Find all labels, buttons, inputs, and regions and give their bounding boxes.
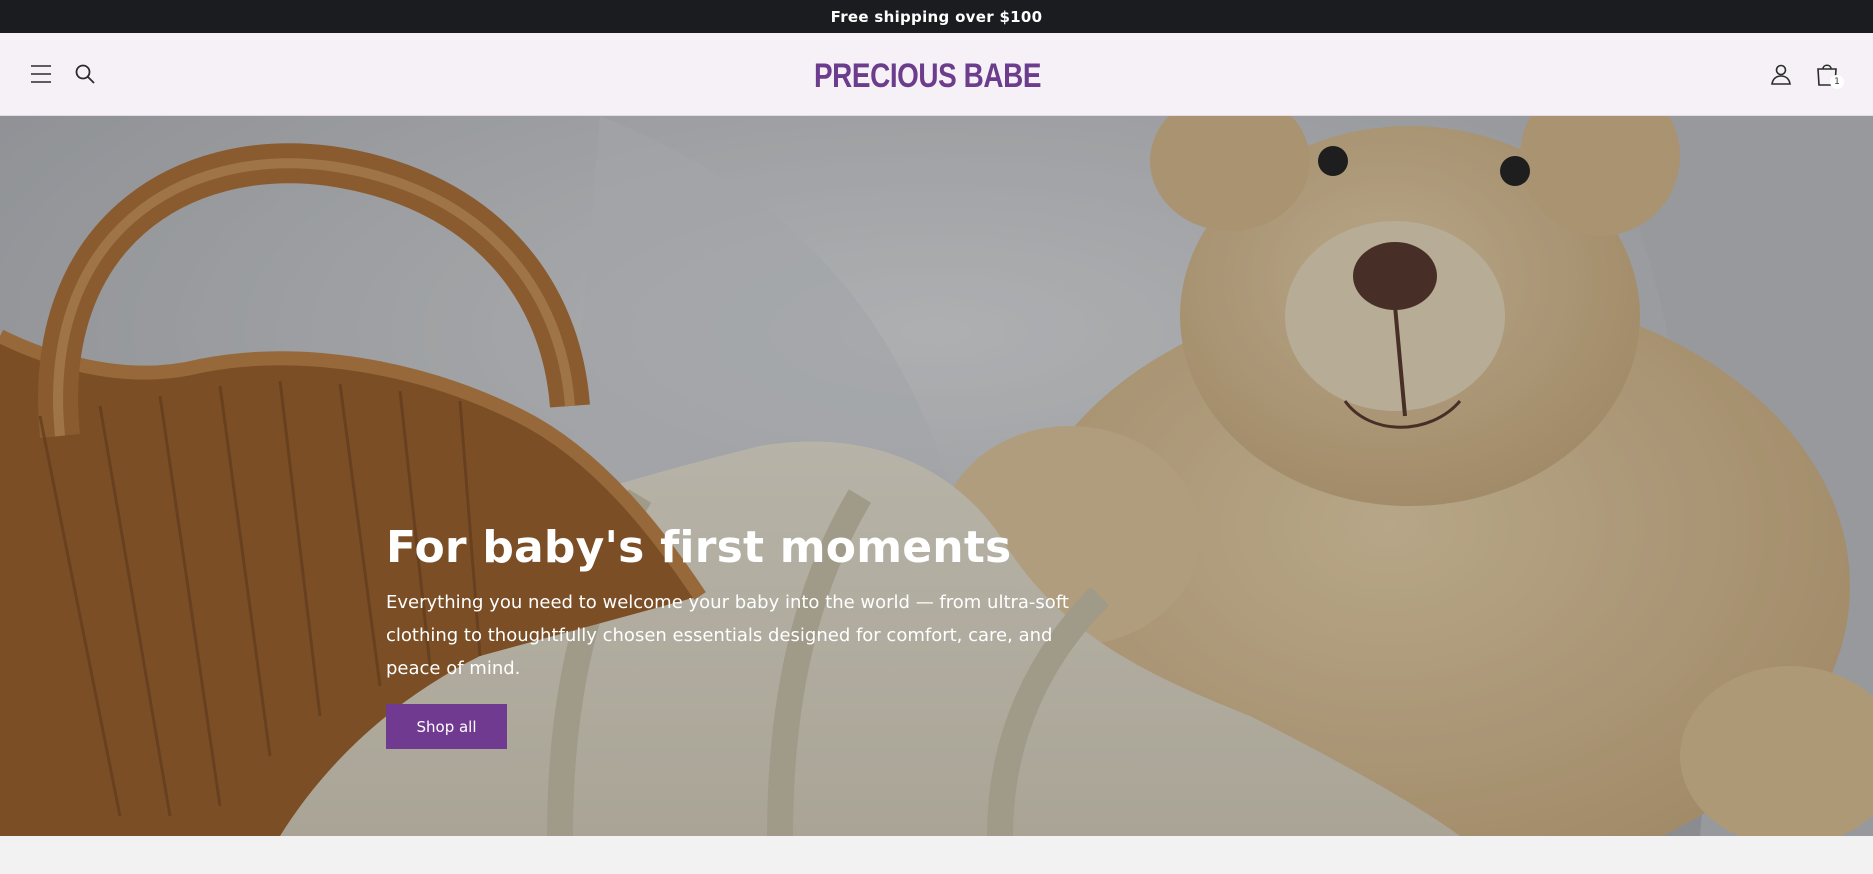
search-icon (75, 64, 95, 84)
user-icon (1771, 64, 1791, 85)
site-logo[interactable]: PRECIOUS BABE (808, 47, 1068, 105)
next-section (0, 836, 1873, 874)
shop-all-button[interactable]: Shop all (386, 704, 507, 749)
logo-text: PRECIOUS BABE (814, 56, 1042, 95)
hamburger-menu-icon (31, 65, 51, 83)
cart-button[interactable]: 1 (1808, 55, 1846, 93)
search-button[interactable] (68, 57, 102, 91)
account-button[interactable] (1764, 57, 1798, 91)
menu-button[interactable] (24, 57, 58, 91)
site-header: PRECIOUS BABE 1 (0, 33, 1873, 116)
hero-description: Everything you need to welcome your baby… (386, 592, 1069, 679)
announcement-bar: Free shipping over $100 (0, 0, 1873, 33)
announcement-text: Free shipping over $100 (830, 7, 1043, 26)
hero-title: For baby's first moments (386, 522, 1012, 573)
cart-count-badge: 1 (1830, 75, 1844, 89)
hero-banner: For baby's first moments Everything you … (0, 116, 1873, 836)
hero-content: For baby's first moments Everything you … (386, 520, 1086, 749)
